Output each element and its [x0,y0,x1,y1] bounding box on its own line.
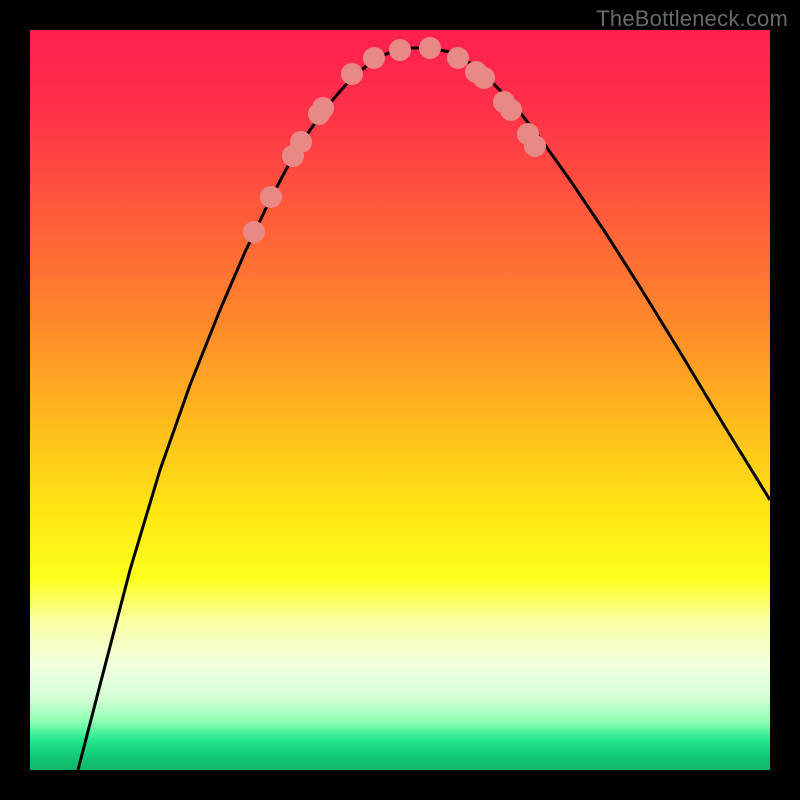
watermark-text: TheBottleneck.com [596,6,788,32]
marker-point [341,63,363,85]
curve-layer [30,30,770,770]
marker-point [389,39,411,61]
marker-point [290,131,312,153]
marker-point [524,135,546,157]
chart-frame: TheBottleneck.com [0,0,800,800]
marker-point [500,99,522,121]
marker-point [260,186,282,208]
marker-point [419,37,441,59]
bottleneck-curve [78,48,770,770]
marker-point [447,47,469,69]
marker-point [473,67,495,89]
marker-point [243,221,265,243]
highlight-markers [243,37,546,243]
plot-area [30,30,770,770]
marker-point [312,97,334,119]
marker-point [363,47,385,69]
